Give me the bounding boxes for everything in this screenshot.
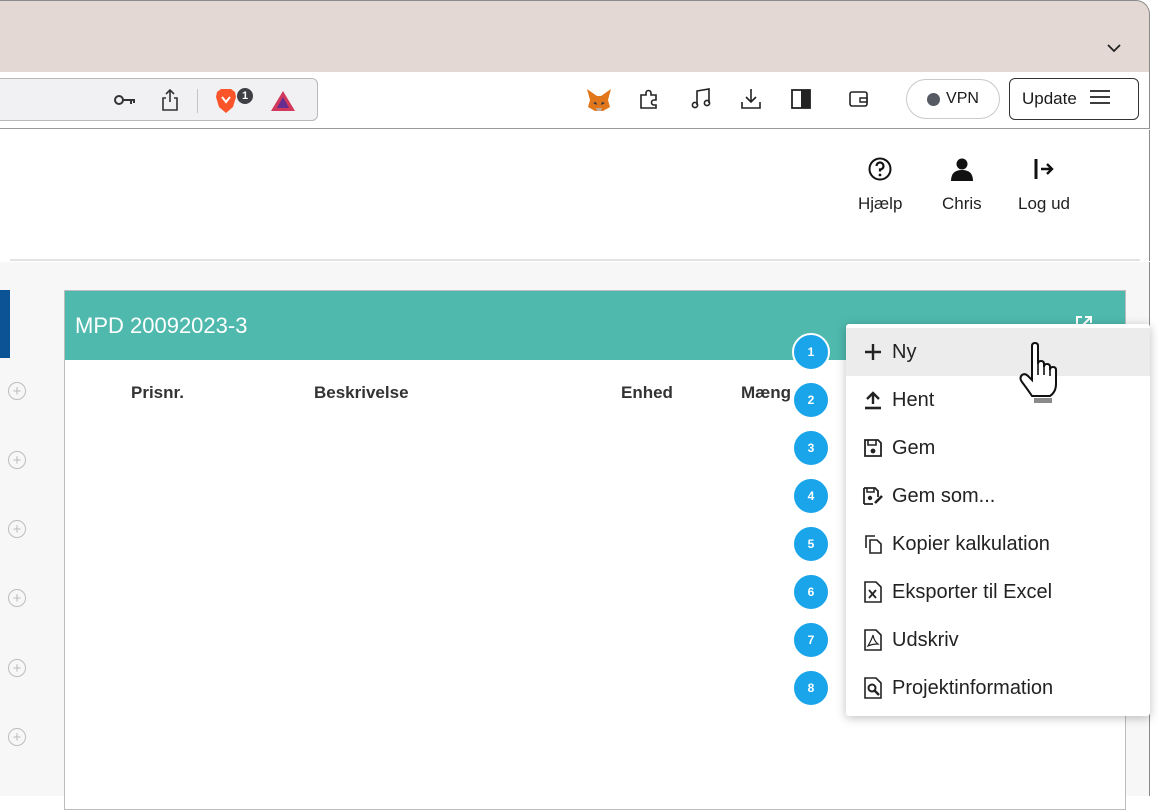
upload-icon	[862, 389, 884, 411]
column-header-prisnr[interactable]: Prisnr.	[131, 383, 184, 403]
browser-toolbar: 1 VPN Update	[0, 72, 1150, 129]
brave-badge-count: 1	[237, 88, 253, 104]
key-icon[interactable]	[113, 89, 137, 111]
vpn-button[interactable]: VPN	[906, 79, 1000, 119]
header-divider	[10, 259, 1140, 261]
update-button[interactable]: Update	[1009, 78, 1139, 120]
add-row-icon[interactable]: +	[8, 728, 26, 746]
tab-bar	[0, 0, 1150, 72]
menu-item-kopier-kalkulation[interactable]: Kopier kalkulation	[846, 520, 1150, 568]
menu-item-hent[interactable]: Hent	[846, 376, 1150, 424]
step-badge: 7	[792, 621, 830, 659]
hand-pointer-cursor-icon	[1018, 341, 1058, 409]
column-header-beskrivelse[interactable]: Beskrivelse	[314, 383, 409, 403]
add-row-icon[interactable]: +	[8, 589, 26, 607]
sidebar-toggle-icon[interactable]	[788, 86, 814, 112]
save-icon	[862, 437, 884, 459]
logout-label: Log ud	[1018, 194, 1070, 213]
menu-item-label: Gem	[892, 436, 936, 459]
menu-item-udskriv[interactable]: Udskriv	[846, 616, 1150, 664]
chevron-down-icon[interactable]	[1105, 39, 1123, 57]
help-label: Hjælp	[858, 194, 903, 213]
download-icon[interactable]	[738, 86, 764, 112]
divider	[197, 89, 198, 113]
add-row-icon[interactable]: +	[8, 382, 26, 400]
share-icon[interactable]	[159, 87, 181, 113]
app-header: Hjælp Chris Log ud	[0, 130, 1150, 261]
menu-item-label: Eksporter til Excel	[892, 580, 1053, 603]
music-note-icon[interactable]	[688, 86, 714, 112]
question-circle-icon	[868, 157, 892, 186]
plus-icon	[862, 341, 884, 363]
extensions-puzzle-icon[interactable]	[636, 86, 662, 112]
help-button[interactable]: Hjælp	[858, 157, 902, 214]
logout-icon	[1032, 157, 1056, 186]
step-badge: 1	[792, 333, 830, 371]
browser-window: 1 VPN Update Hjælp Chris Log ud + + + + …	[0, 0, 1158, 810]
user-label: Chris	[942, 194, 982, 213]
menu-item-label: Projektinformation	[892, 676, 1054, 699]
logout-button[interactable]: Log ud	[1018, 157, 1070, 214]
add-row-icon[interactable]: +	[8, 520, 26, 538]
menu-item-projektinformation[interactable]: Projektinformation	[846, 664, 1150, 712]
menu-item-label: Hent	[892, 388, 935, 411]
column-header-maengde[interactable]: Mæng	[741, 383, 791, 403]
menu-item-label: Udskriv	[892, 628, 959, 651]
file-dropdown-menu: Ny Hent Gem Gem som... Kopier kalkulatio…	[846, 324, 1150, 716]
menu-item-ny[interactable]: Ny	[846, 328, 1150, 376]
vpn-status-icon	[927, 92, 941, 106]
address-bar[interactable]: 1	[0, 78, 318, 121]
wallet-icon[interactable]	[846, 86, 872, 112]
user-icon	[950, 157, 974, 186]
panel-title: MPD 20092023-3	[75, 313, 248, 338]
metamask-fox-icon[interactable]	[584, 86, 614, 114]
excel-icon	[862, 581, 884, 603]
menu-item-gem-som[interactable]: Gem som...	[846, 472, 1150, 520]
step-badge: 6	[792, 573, 830, 611]
brave-shield-icon[interactable]	[213, 87, 239, 115]
step-badge: 3	[792, 429, 830, 467]
step-badge: 8	[792, 669, 830, 707]
step-badge: 4	[792, 477, 830, 515]
hamburger-menu-icon	[1089, 89, 1111, 110]
add-row-icon[interactable]: +	[8, 451, 26, 469]
menu-item-label: Ny	[892, 340, 917, 363]
brave-rewards-icon[interactable]	[269, 88, 297, 114]
menu-item-eksporter-excel[interactable]: Eksporter til Excel	[846, 568, 1150, 616]
menu-item-gem[interactable]: Gem	[846, 424, 1150, 472]
add-row-icon[interactable]: +	[8, 659, 26, 677]
menu-item-label: Gem som...	[892, 484, 996, 507]
step-badge: 2	[792, 381, 830, 419]
left-panel-edge	[0, 290, 10, 358]
update-label: Update	[1022, 89, 1077, 108]
menu-item-label: Kopier kalkulation	[892, 532, 1050, 555]
user-button[interactable]: Chris	[942, 157, 982, 214]
vpn-label: VPN	[946, 90, 979, 107]
step-badge: 5	[792, 525, 830, 563]
copy-icon	[862, 533, 884, 555]
project-info-icon	[862, 677, 884, 699]
column-header-enhed[interactable]: Enhed	[621, 383, 673, 403]
save-as-icon	[862, 485, 884, 507]
pdf-icon	[862, 629, 884, 651]
